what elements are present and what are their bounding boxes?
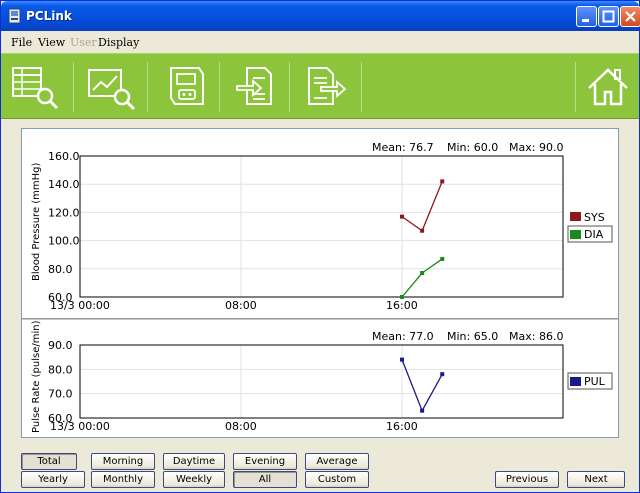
previous-button[interactable]: Previous: [495, 471, 559, 488]
daytime-button[interactable]: Daytime: [163, 453, 225, 470]
bp-max: Max: 90.0: [509, 141, 563, 154]
bp-x-tick-label: 08:00: [225, 299, 257, 312]
pul-data-point: [400, 357, 404, 362]
chart-search-icon: [88, 69, 136, 111]
document-import-icon: [236, 67, 272, 105]
menu-file[interactable]: File: [11, 36, 32, 49]
yearly-button[interactable]: Yearly: [21, 471, 85, 488]
pul-y-tick-label: 70.0: [48, 388, 73, 401]
document-export-button[interactable]: [299, 60, 353, 112]
sys-data-point: [420, 228, 425, 233]
evening-button[interactable]: Evening: [233, 453, 297, 470]
bp-min: Min: 60.0: [447, 141, 498, 154]
pul-series-line: [401, 359, 443, 413]
dia-data-point: [420, 271, 425, 276]
pul-x-tick-label: 16:00: [386, 420, 418, 433]
legend-sys-swatch: [570, 212, 581, 221]
maximize-icon: [602, 10, 615, 23]
home-button[interactable]: [581, 60, 635, 112]
pul-y-axis-label: Pulse Rate (pulse/min): [31, 320, 42, 433]
close-button[interactable]: [620, 6, 640, 27]
table-search-icon: [12, 67, 59, 110]
sys-series-line: [401, 181, 443, 232]
monthly-button[interactable]: Monthly: [91, 471, 155, 488]
app-icon: [8, 8, 21, 24]
app-window: PCLink File View User Display Mean: 76.7…: [0, 0, 640, 493]
toolbar-separator: [147, 62, 148, 112]
pul-y-tick-label: 80.0: [48, 363, 73, 376]
legend-dia-swatch: [570, 230, 581, 239]
toolbar-separator: [361, 62, 362, 112]
minimize-button[interactable]: [576, 6, 597, 27]
bp-y-tick-label: 160.0: [48, 150, 80, 163]
pul-data-point: [440, 372, 445, 377]
maximize-button[interactable]: [598, 6, 619, 27]
bp-y-tick-label: 120.0: [48, 206, 80, 219]
legend-pul-swatch: [570, 377, 581, 386]
all-button[interactable]: All: [233, 471, 297, 488]
bp-x-tick-label: 13/3 00:00: [50, 299, 110, 312]
next-button[interactable]: Next: [567, 471, 625, 488]
pulse-rate-chart: Mean: 77.0 Min: 65.0 Max: 86.0 Pulse Rat…: [31, 320, 613, 433]
pul-mean: Mean: 77.0: [372, 330, 434, 343]
device-icon: [170, 67, 204, 105]
toolbar-separator: [289, 62, 290, 112]
pul-x-tick-label: 08:00: [225, 420, 257, 433]
legend-sys-label: SYS: [584, 211, 605, 224]
bp-x-tick-label: 16:00: [386, 299, 418, 312]
menu-bar: File View User Display: [1, 31, 639, 51]
dia-series-line: [401, 258, 443, 298]
close-icon: [625, 11, 636, 22]
total-button[interactable]: Total: [21, 453, 77, 470]
document-export-icon: [308, 67, 347, 105]
menu-display[interactable]: Display: [98, 36, 139, 49]
pul-x-tick-label: 13/3 00:00: [50, 420, 110, 433]
device-button[interactable]: [159, 60, 213, 112]
bp-y-tick-label: 140.0: [48, 178, 80, 191]
table-search-button[interactable]: [9, 60, 63, 112]
toolbar-separator: [219, 62, 220, 112]
toolbar-separator: [73, 62, 74, 112]
pul-max: Max: 86.0: [509, 330, 563, 343]
sys-data-point: [440, 179, 445, 184]
pul-y-tick-label: 90.0: [48, 339, 73, 352]
sys-data-point: [400, 214, 404, 219]
pul-data-point: [420, 408, 425, 413]
bp-y-tick-label: 80.0: [48, 263, 73, 276]
weekly-button[interactable]: Weekly: [163, 471, 225, 488]
pul-plot-area: [79, 344, 564, 419]
average-button[interactable]: Average: [305, 453, 369, 470]
bp-y-axis-label: Blood Pressure (mmHg): [31, 162, 42, 281]
chart-panel: Mean: 76.7 Min: 60.0 Max: 90.0 Blood Pre…: [21, 128, 619, 438]
menu-user: User: [70, 36, 97, 49]
bp-y-tick-label: 100.0: [48, 235, 80, 248]
custom-button[interactable]: Custom: [305, 471, 369, 488]
pul-min: Min: 65.0: [447, 330, 498, 343]
legend-pul-label: PUL: [584, 375, 606, 388]
morning-button[interactable]: Morning: [91, 453, 155, 470]
chart-search-button[interactable]: [85, 60, 139, 112]
dia-data-point: [400, 295, 404, 299]
menu-view[interactable]: View: [38, 36, 65, 49]
toolbar: [1, 53, 639, 119]
dia-data-point: [440, 256, 445, 261]
document-import-button[interactable]: [229, 60, 283, 112]
minimize-icon: [582, 19, 589, 22]
home-icon: [588, 68, 628, 106]
title-bar[interactable]: PCLink: [1, 1, 640, 31]
bp-mean: Mean: 76.7: [372, 141, 434, 154]
blood-pressure-chart: Mean: 76.7 Min: 60.0 Max: 90.0 Blood Pre…: [31, 141, 618, 312]
legend-dia-label: DIA: [584, 228, 604, 241]
toolbar-separator: [575, 62, 576, 112]
bp-plot-area: [79, 155, 564, 298]
window-title: PCLink: [26, 9, 72, 23]
